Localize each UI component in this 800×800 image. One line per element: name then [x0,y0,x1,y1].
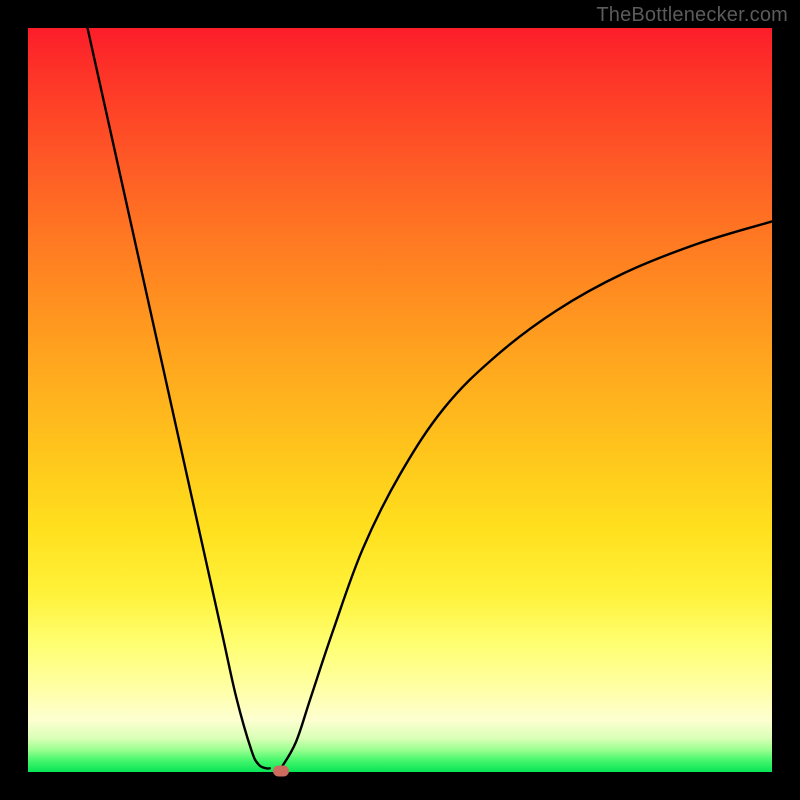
curve-right-branch [281,221,772,768]
curve-left-branch [88,28,270,769]
chart-frame: TheBottlenecker.com [0,0,800,800]
optimal-point-marker [273,765,289,776]
plot-area [28,28,772,772]
bottleneck-curve [28,28,772,772]
attribution-label: TheBottlenecker.com [596,4,788,27]
